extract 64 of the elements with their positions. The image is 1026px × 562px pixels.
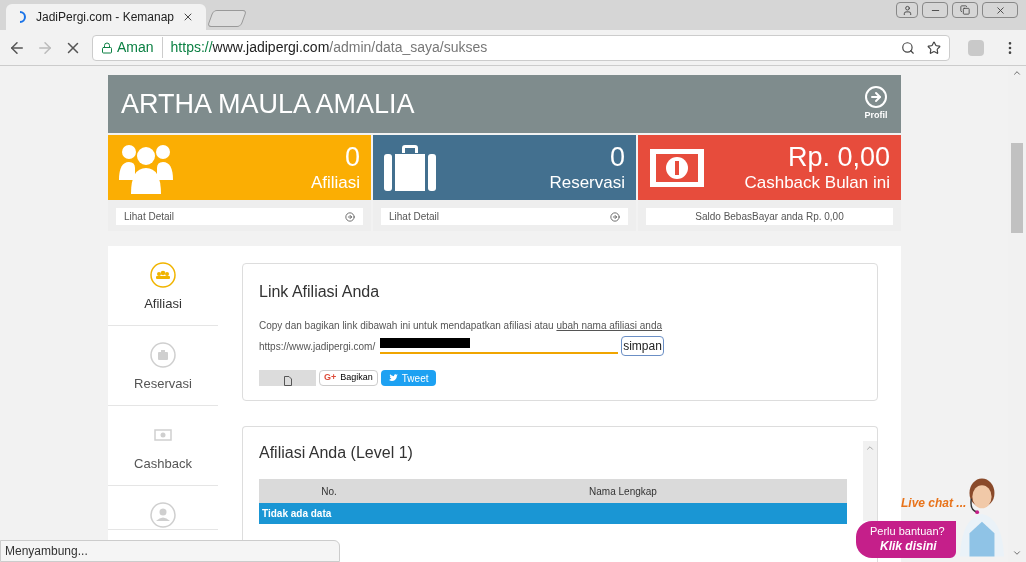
- user-icon: [150, 502, 176, 528]
- detail-link[interactable]: Lihat Detail: [116, 208, 363, 225]
- detail-text: Saldo BebasBayar anda Rp. 0,00: [695, 210, 844, 224]
- document-icon: [283, 376, 292, 386]
- google-plus-icon: G+: [324, 371, 337, 385]
- user-button[interactable]: [896, 2, 918, 18]
- close-window-button[interactable]: [982, 2, 1018, 18]
- column-header: No.: [320, 484, 338, 499]
- sidebar-label: Reservasi: [134, 375, 192, 393]
- stat-label: Reservasi: [549, 174, 625, 191]
- bird-icon: [388, 374, 398, 382]
- status-text: Menyambung...: [5, 543, 88, 560]
- suitcase-icon: [150, 342, 176, 368]
- scroll-up-icon[interactable]: [865, 443, 875, 453]
- scrollbar[interactable]: [863, 441, 877, 521]
- stat-label: Cashback Bulan ini: [744, 174, 890, 191]
- page-scrollbar[interactable]: [1008, 66, 1026, 562]
- rename-link[interactable]: ubah nama afiliasi anda: [556, 320, 663, 331]
- live-chat-heading: Live chat ...: [901, 495, 967, 512]
- zoom-icon[interactable]: [901, 40, 915, 55]
- sidebar-item[interactable]: Cashback: [108, 406, 218, 486]
- detail-link[interactable]: Lihat Detail: [381, 208, 628, 225]
- stat-value: 0: [609, 144, 625, 171]
- stat-label: Afiliasi: [310, 174, 360, 191]
- minimize-button[interactable]: [922, 2, 948, 18]
- user-name: ARTHA MAULA AMALIA: [121, 87, 415, 121]
- stat-value: 0: [344, 144, 360, 171]
- close-icon: [994, 4, 1006, 16]
- pdf-extension-icon[interactable]: [968, 39, 984, 56]
- restore-button[interactable]: [952, 2, 978, 18]
- close-icon[interactable]: [182, 11, 194, 23]
- sidebar-label: Cashback: [134, 455, 192, 473]
- browser-tab[interactable]: JadiPergi.com - Kemanap: [6, 4, 206, 30]
- empty-message: Tidak ada data: [262, 507, 332, 521]
- card-title: Link Afiliasi Anda: [259, 282, 381, 302]
- url-text: https://www.jadipergi.com/admin/data_saya/sukses: [169, 38, 488, 57]
- detail-text: Lihat Detail: [389, 210, 440, 224]
- restore-icon: [960, 5, 970, 15]
- save-button[interactable]: simpan: [621, 336, 664, 356]
- live-chat-button[interactable]: Perlu bantuan? Klik disini: [856, 521, 956, 558]
- detail-text: Lihat Detail: [124, 210, 175, 224]
- url-prefix: https://www.jadipergi.com/: [259, 339, 376, 354]
- card-title: Afiliasi Anda (Level 1): [259, 443, 414, 463]
- user-icon: [901, 4, 913, 16]
- suitcase-icon: [384, 144, 436, 191]
- banknote-icon: [649, 147, 705, 188]
- sidebar-label: Afiliasi: [144, 295, 182, 313]
- google-share-button[interactable]: G+ Bagikan: [319, 370, 378, 386]
- column-header: Nama Lengkap: [588, 484, 658, 499]
- scroll-down-icon[interactable]: [1012, 548, 1022, 558]
- affiliate-name-field[interactable]: [380, 338, 619, 354]
- stat-value: Rp. 0,00: [787, 144, 890, 171]
- scroll-thumb[interactable]: [1011, 143, 1023, 233]
- sidebar-item[interactable]: Afiliasi: [108, 246, 218, 326]
- sidebar-item[interactable]: Reservasi: [108, 326, 218, 406]
- address-field[interactable]: Aman https://www.jadipergi.com/admin/data_saya/sukses: [92, 34, 950, 61]
- people-icon: [150, 262, 176, 288]
- secure-label: Aman: [117, 37, 163, 58]
- tab-title: JadiPergi.com - Kemanap: [35, 9, 175, 26]
- card-description: Copy dan bagikan link dibawah ini untuk mendapatkan afiliasi atau ubah nama afiliasi anda: [259, 319, 664, 333]
- copy-button[interactable]: [259, 370, 316, 386]
- star-icon[interactable]: [927, 40, 941, 55]
- lock-icon: [101, 41, 113, 54]
- scroll-up-icon[interactable]: [1012, 68, 1022, 78]
